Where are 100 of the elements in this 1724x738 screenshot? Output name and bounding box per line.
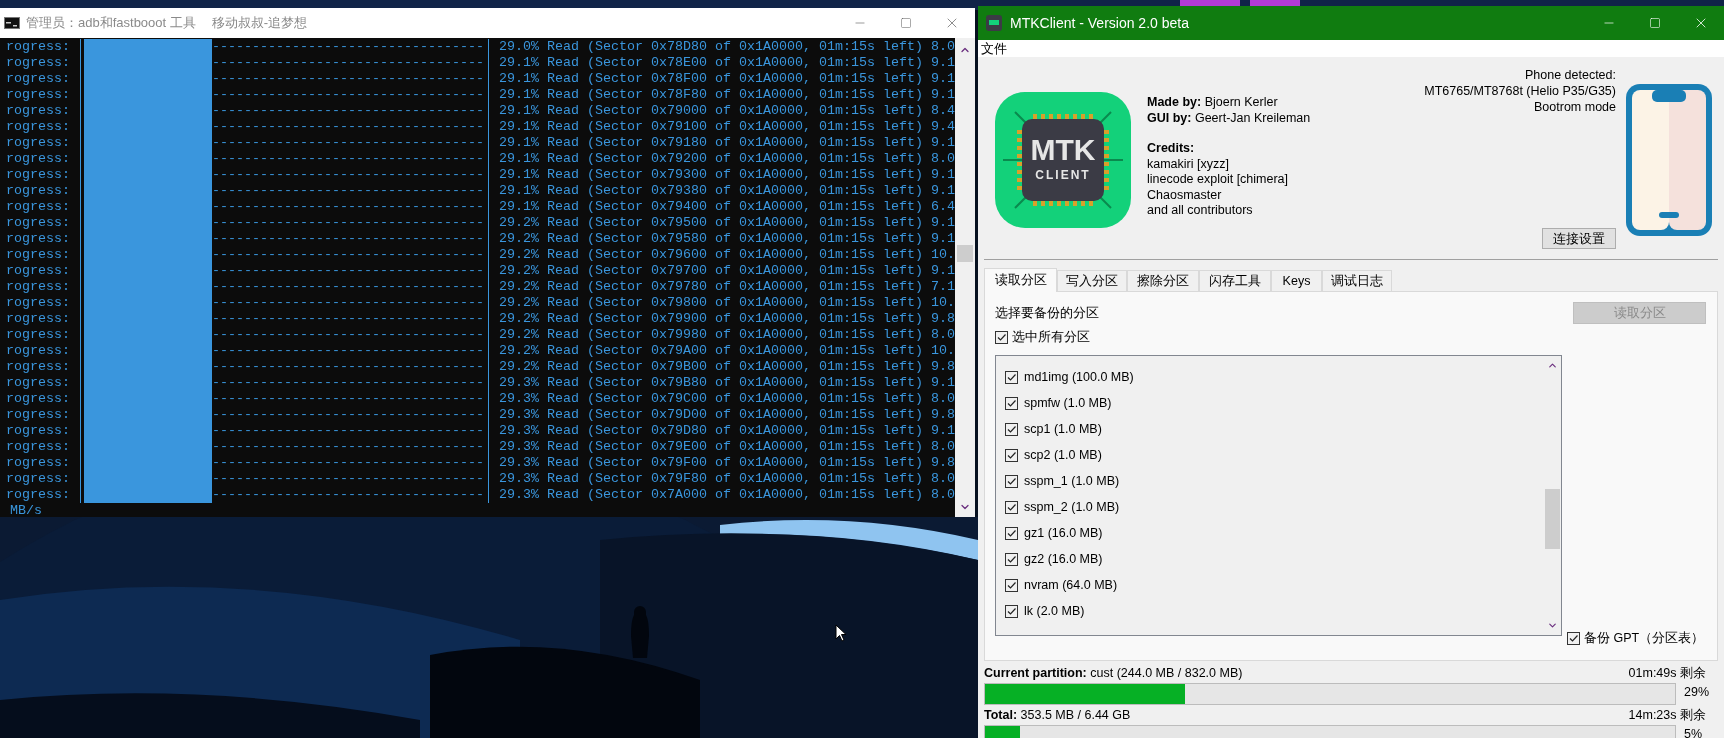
progress-dashes: ---------------------------------- bbox=[212, 295, 484, 311]
progress-label: rogress: bbox=[5, 295, 71, 311]
progress-label: rogress: bbox=[5, 327, 71, 343]
log-text: 29.2% Read (Sector 0x79580 of 0x1A0000, 01m:15s left) 9.1 bbox=[498, 231, 955, 247]
progress-label: rogress: bbox=[5, 183, 71, 199]
progress-label: Current partition: cust (244.0 MB / 832.0 MB) bbox=[984, 664, 1243, 682]
scrollbar[interactable] bbox=[955, 38, 975, 517]
progress-dashes: ---------------------------------- bbox=[212, 231, 484, 247]
phone-status: Phone detected: bbox=[1524, 67, 1616, 83]
progress-dashes: ---------------------------------- bbox=[212, 375, 484, 391]
log-text: 29.2% Read (Sector 0x79B00 of 0x1A0000, 01m:15s left) 9.8 bbox=[498, 359, 955, 375]
checkbox[interactable] bbox=[1005, 501, 1018, 515]
tab[interactable]: 调试日志 bbox=[1322, 270, 1392, 292]
partition-label: scp1 (1.0 MB) bbox=[1024, 421, 1102, 439]
progress-dashes: ---------------------------------- bbox=[212, 423, 484, 439]
section-heading: 选择要备份的分区 bbox=[995, 305, 1099, 322]
progress-label: rogress: bbox=[5, 279, 71, 295]
progress-label: rogress: bbox=[5, 391, 71, 407]
log-text: 29.1% Read (Sector 0x79380 of 0x1A0000, 01m:15s left) 9.1 bbox=[498, 183, 955, 199]
progress-dashes: ---------------------------------- bbox=[212, 103, 484, 119]
log-text: 29.2% Read (Sector 0x79800 of 0x1A0000, 01m:15s left) 10. bbox=[498, 295, 955, 311]
progress-label: rogress: bbox=[5, 311, 71, 327]
progress-label: rogress: bbox=[5, 151, 71, 167]
progress-label: rogress: bbox=[5, 119, 71, 135]
progress-percent: 29% bbox=[1684, 685, 1710, 699]
progress-dashes: ---------------------------------- bbox=[212, 87, 484, 103]
checkbox[interactable] bbox=[1005, 579, 1018, 593]
progress-label: rogress: bbox=[5, 455, 71, 471]
checkbox[interactable] bbox=[1005, 423, 1018, 437]
tab[interactable]: Keys bbox=[1271, 270, 1322, 292]
log-text: 29.3% Read (Sector 0x79D00 of 0x1A0000, 01m:15s left) 9.8 bbox=[498, 407, 955, 423]
progress-dashes: ---------------------------------- bbox=[212, 55, 484, 71]
progress-dashes: ---------------------------------- bbox=[212, 39, 484, 55]
tab[interactable]: 写入分区 bbox=[1057, 270, 1127, 292]
progress-dashes: ---------------------------------- bbox=[212, 391, 484, 407]
progress-label: rogress: bbox=[5, 39, 71, 55]
checkbox[interactable] bbox=[995, 330, 1008, 344]
log-text: 29.3% Read (Sector 0x79E00 of 0x1A0000, 01m:15s left) 8.0 bbox=[498, 439, 955, 455]
progress-dashes: ---------------------------------- bbox=[212, 215, 484, 231]
tab[interactable]: 闪存工具 bbox=[1199, 270, 1271, 292]
log-text: 29.1% Read (Sector 0x79100 of 0x1A0000, 01m:15s left) 9.4 bbox=[498, 119, 955, 135]
checkbox[interactable] bbox=[1005, 449, 1018, 463]
log-text: 29.1% Read (Sector 0x79300 of 0x1A0000, 01m:15s left) 9.1 bbox=[498, 167, 955, 183]
scrollbar-thumb[interactable] bbox=[957, 245, 973, 262]
partition-label: scp2 (1.0 MB) bbox=[1024, 447, 1102, 465]
checkbox[interactable] bbox=[1005, 527, 1018, 541]
progress-label: Total: 353.5 MB / 6.44 GB bbox=[984, 706, 1131, 724]
log-text: 29.3% Read (Sector 0x79D80 of 0x1A0000, 01m:15s left) 9.1 bbox=[498, 423, 955, 439]
log-text: 29.3% Read (Sector 0x7A000 of 0x1A0000, 01m:15s left) 8.0 bbox=[498, 487, 955, 503]
checkbox[interactable] bbox=[1005, 553, 1018, 567]
log-text: 29.2% Read (Sector 0x79A00 of 0x1A0000, 01m:15s left) 10. bbox=[498, 343, 955, 359]
progress-dashes: ---------------------------------- bbox=[212, 151, 484, 167]
terminal-icon bbox=[4, 17, 20, 29]
window-title: MTKClient - Version 2.0 beta bbox=[1010, 13, 1189, 33]
logo-text: CLIENT bbox=[1034, 168, 1092, 182]
credit-text: Chaosmaster bbox=[1147, 187, 1223, 203]
log-text: 29.2% Read (Sector 0x79780 of 0x1A0000, 01m:15s left) 7.1 bbox=[498, 279, 955, 295]
time-remaining: 01m:49s 剩余 bbox=[1628, 664, 1706, 682]
log-text: 29.3% Read (Sector 0x79F80 of 0x1A0000, 01m:15s left) 8.0 bbox=[498, 471, 955, 487]
progress-dashes: ---------------------------------- bbox=[212, 487, 484, 503]
progress-label: rogress: bbox=[5, 135, 71, 151]
checkbox[interactable] bbox=[1005, 475, 1018, 489]
log-text: 29.1% Read (Sector 0x79000 of 0x1A0000, 01m:15s left) 8.4 bbox=[498, 103, 955, 119]
progress-dashes: ---------------------------------- bbox=[212, 135, 484, 151]
progress-dashes: ---------------------------------- bbox=[212, 359, 484, 375]
log-text: 29.2% Read (Sector 0x79700 of 0x1A0000, 01m:15s left) 9.1 bbox=[498, 263, 955, 279]
progress-dashes: ---------------------------------- bbox=[212, 263, 484, 279]
checkbox[interactable] bbox=[1005, 605, 1018, 619]
partition-label: gz1 (16.0 MB) bbox=[1024, 525, 1103, 543]
checkbox[interactable] bbox=[1567, 631, 1580, 645]
progress-label: rogress: bbox=[5, 471, 71, 487]
progress-label: rogress: bbox=[5, 263, 71, 279]
log-text: 29.1% Read (Sector 0x78F80 of 0x1A0000, 01m:15s left) 9.1 bbox=[498, 87, 955, 103]
chip-logo-icon bbox=[995, 92, 1131, 228]
progress-dashes: ---------------------------------- bbox=[212, 199, 484, 215]
progress-label: rogress: bbox=[5, 103, 71, 119]
partition-label: md1img (100.0 MB) bbox=[1024, 369, 1134, 387]
progress-label: rogress: bbox=[5, 71, 71, 87]
credit-text: and all contributors bbox=[1147, 203, 1254, 219]
partition-label: gz2 (16.0 MB) bbox=[1024, 551, 1103, 569]
log-text: 29.0% Read (Sector 0x78D80 of 0x1A0000, 01m:15s left) 8.0 bbox=[498, 39, 955, 55]
log-text: 29.3% Read (Sector 0x79B80 of 0x1A0000, 01m:15s left) 9.1 bbox=[498, 375, 955, 391]
tab[interactable]: 读取分区 bbox=[984, 268, 1057, 292]
credits-heading: Credits: bbox=[1147, 141, 1196, 157]
tab[interactable]: 擦除分区 bbox=[1127, 270, 1199, 292]
menu-item[interactable]: 文件 bbox=[980, 40, 1008, 57]
read-partition-button: 读取分区 bbox=[1573, 302, 1706, 324]
checkbox[interactable] bbox=[1005, 397, 1018, 411]
checkbox[interactable] bbox=[1005, 371, 1018, 385]
cursor-icon bbox=[835, 624, 847, 642]
scrollbar-thumb[interactable] bbox=[1545, 488, 1560, 549]
progress-dashes: ---------------------------------- bbox=[212, 311, 484, 327]
progress-label: rogress: bbox=[5, 375, 71, 391]
phone-status: Bootrom mode bbox=[1534, 99, 1616, 115]
progress-label: rogress: bbox=[5, 87, 71, 103]
progress-dashes: ---------------------------------- bbox=[212, 183, 484, 199]
phone-status: MT6765/MT8768t (Helio P35/G35) bbox=[1424, 83, 1616, 99]
progress-dashes: ---------------------------------- bbox=[212, 407, 484, 423]
connect-settings-button[interactable]: 连接设置 bbox=[1542, 228, 1616, 249]
app-icon bbox=[986, 15, 1002, 31]
